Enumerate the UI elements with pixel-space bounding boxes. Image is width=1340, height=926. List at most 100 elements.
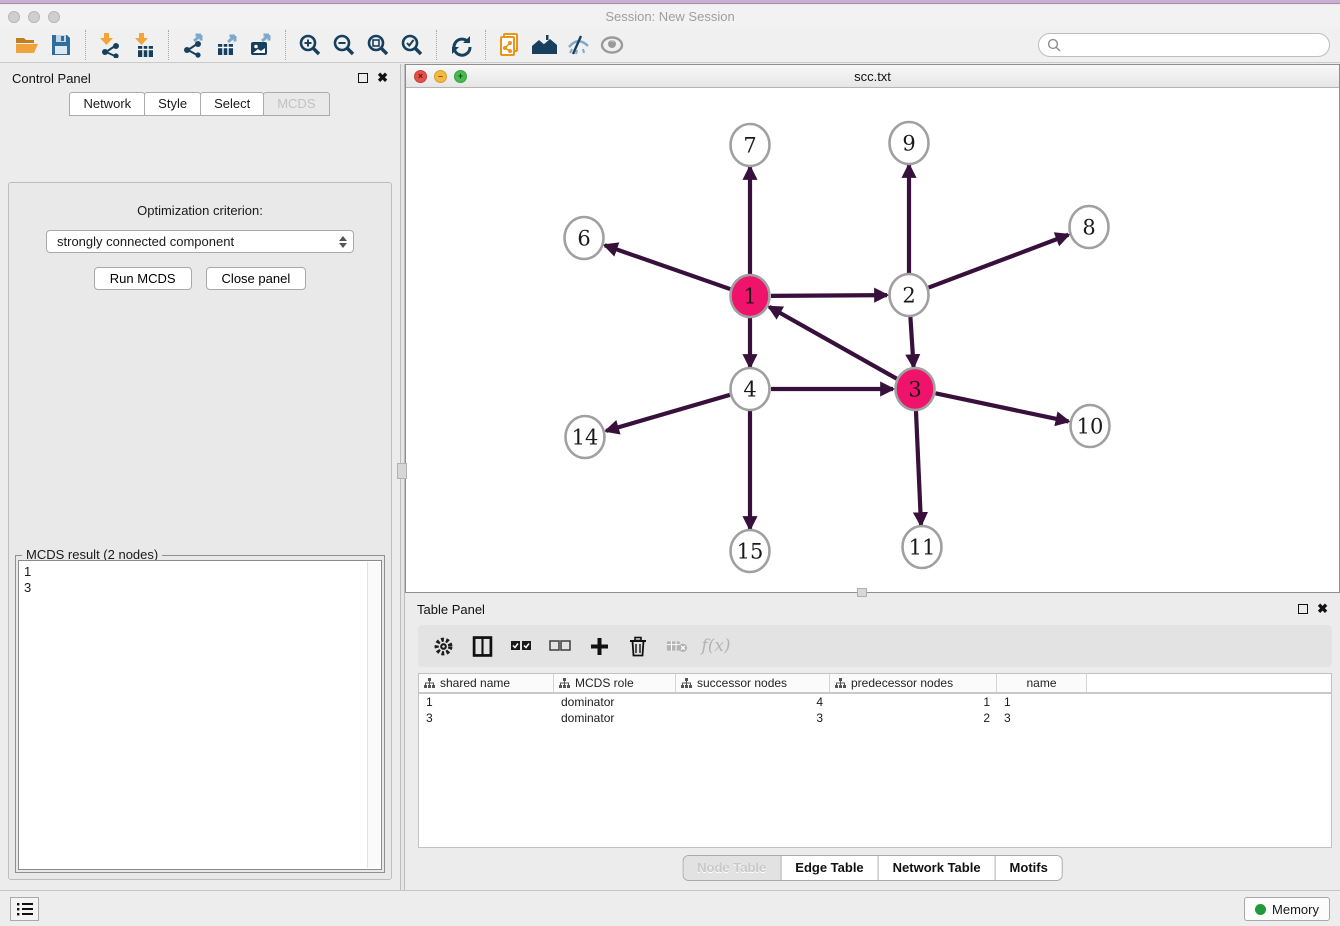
show-all-nodes-edges-icon[interactable] [527, 30, 561, 60]
network-minimize-button[interactable]: – [434, 70, 447, 83]
table-cell[interactable]: 1 [419, 694, 554, 710]
tab-motifs[interactable]: Motifs [996, 856, 1062, 880]
network-close-button[interactable]: × [414, 70, 427, 83]
edge-4-14[interactable] [606, 395, 730, 431]
export-table-icon[interactable] [210, 30, 244, 60]
table-cell[interactable]: dominator [554, 710, 676, 726]
close-panel-icon[interactable]: ✖ [1317, 604, 1328, 614]
node-11[interactable]: 11 [903, 526, 942, 568]
close-panel-button[interactable]: Close panel [206, 267, 307, 290]
deselect-all-rows-icon[interactable] [549, 635, 571, 657]
export-image-icon[interactable] [244, 30, 278, 60]
tab-select[interactable]: Select [200, 92, 264, 116]
edge-2-8[interactable] [929, 235, 1069, 288]
node-15[interactable]: 15 [731, 530, 770, 572]
table-row[interactable]: 1dominator411 [419, 694, 1331, 710]
node-1[interactable]: 1 [731, 275, 770, 317]
edge-3-11[interactable] [916, 410, 921, 525]
control-panel-tabs: NetworkStyleSelectMCDS [0, 92, 400, 116]
mcds-result-textarea[interactable]: 13 [18, 560, 382, 870]
vertical-splitter-handle[interactable] [397, 463, 407, 479]
table-row[interactable]: 3dominator323 [419, 710, 1331, 726]
network-graph[interactable]: 7 9 6 8 1 2 4 3 14 10 15 11 [406, 88, 1339, 592]
node-4[interactable]: 4 [731, 368, 770, 410]
open-session-icon[interactable] [10, 30, 44, 60]
tab-mcds[interactable]: MCDS [263, 92, 329, 116]
table-cell[interactable]: 3 [997, 710, 1087, 726]
table-cell[interactable]: 1 [997, 694, 1087, 710]
table-cell[interactable]: 4 [676, 694, 830, 710]
node-table-body: 1dominator4113dominator323 [419, 694, 1331, 726]
tab-style[interactable]: Style [144, 92, 201, 116]
table-cell[interactable]: 2 [830, 710, 997, 726]
edge-3-1[interactable] [769, 307, 897, 379]
zoom-fit-icon[interactable] [361, 30, 395, 60]
column-header-MCDS-role[interactable]: MCDS role [554, 674, 676, 692]
close-panel-icon[interactable]: ✖ [377, 73, 388, 83]
criterion-select[interactable]: strongly connected component [46, 230, 354, 253]
column-header-name[interactable]: name [997, 674, 1087, 692]
float-panel-icon[interactable] [358, 73, 368, 83]
show-hidden-icon[interactable] [595, 30, 629, 60]
search-field[interactable] [1038, 33, 1330, 57]
tab-network[interactable]: Network [69, 92, 145, 116]
table-cell[interactable]: 3 [419, 710, 554, 726]
node-8[interactable]: 8 [1070, 206, 1109, 248]
window-top-strip [0, 0, 1340, 4]
node-9[interactable]: 9 [890, 122, 929, 164]
network-canvas[interactable]: 7 9 6 8 1 2 4 3 14 10 15 11 [406, 88, 1339, 592]
tab-edge-table[interactable]: Edge Table [781, 856, 878, 880]
network-maximize-button[interactable]: + [454, 70, 467, 83]
select-all-rows-icon[interactable] [510, 635, 532, 657]
node-6[interactable]: 6 [565, 217, 604, 259]
tab-node-table[interactable]: Node Table [683, 856, 781, 880]
node-2[interactable]: 2 [890, 274, 929, 316]
zoom-selected-icon[interactable] [395, 30, 429, 60]
save-session-icon[interactable] [44, 30, 78, 60]
column-header-predecessor-nodes[interactable]: predecessor nodes [830, 674, 997, 692]
table-cell[interactable]: 1 [830, 694, 997, 710]
edge-3-10[interactable] [936, 393, 1069, 421]
task-history-button[interactable] [10, 897, 39, 921]
edge-1-2[interactable] [771, 295, 887, 296]
search-input[interactable] [1061, 38, 1321, 53]
horizontal-splitter-handle[interactable] [857, 588, 867, 597]
mcds-result-group: MCDS result (2 nodes) 13 [15, 555, 385, 873]
refresh-layout-icon[interactable] [444, 30, 478, 60]
node-7[interactable]: 7 [731, 124, 770, 166]
zoom-out-icon[interactable] [327, 30, 361, 60]
table-cell[interactable]: dominator [554, 694, 676, 710]
network-window-title: scc.txt [854, 69, 891, 84]
tab-network-table[interactable]: Network Table [879, 856, 996, 880]
node-3[interactable]: 3 [896, 368, 935, 410]
add-column-icon[interactable] [588, 635, 610, 657]
result-scrollbar[interactable] [367, 562, 380, 868]
network-window-titlebar[interactable]: × – + scc.txt [406, 65, 1339, 88]
node-table-header: shared nameMCDS rolesuccessor nodes prede… [419, 674, 1331, 694]
float-panel-icon[interactable] [1298, 604, 1308, 614]
window-title: Session: New Session [0, 9, 1340, 24]
node-10[interactable]: 10 [1071, 405, 1110, 447]
hide-selected-icon[interactable] [561, 30, 595, 60]
table-panel: Table Panel ✖ f(x) shared nameMCDS rol [405, 595, 1340, 888]
main-toolbar [0, 28, 1340, 63]
table-cell[interactable]: 3 [676, 710, 830, 726]
delete-column-icon[interactable] [627, 635, 649, 657]
node-14[interactable]: 14 [566, 416, 605, 458]
column-settings-icon[interactable] [432, 635, 454, 657]
import-network-icon[interactable] [93, 30, 127, 60]
zoom-in-icon[interactable] [293, 30, 327, 60]
column-header-label: predecessor nodes [851, 676, 953, 690]
edge-2-3[interactable] [910, 316, 913, 367]
memory-button[interactable]: Memory [1244, 897, 1330, 921]
edge-1-6[interactable] [605, 245, 730, 289]
column-header-successor-nodes[interactable]: successor nodes [676, 674, 830, 692]
toolbar-separator [485, 30, 486, 60]
control-panel: Control Panel ✖ NetworkStyleSelectMCDS O… [0, 64, 400, 890]
run-mcds-button[interactable]: Run MCDS [94, 267, 192, 290]
export-network-icon[interactable] [176, 30, 210, 60]
show-columns-icon[interactable] [471, 635, 493, 657]
import-table-icon[interactable] [127, 30, 161, 60]
column-header-shared-name[interactable]: shared name [419, 674, 554, 692]
new-network-from-selection-icon[interactable] [493, 30, 527, 60]
